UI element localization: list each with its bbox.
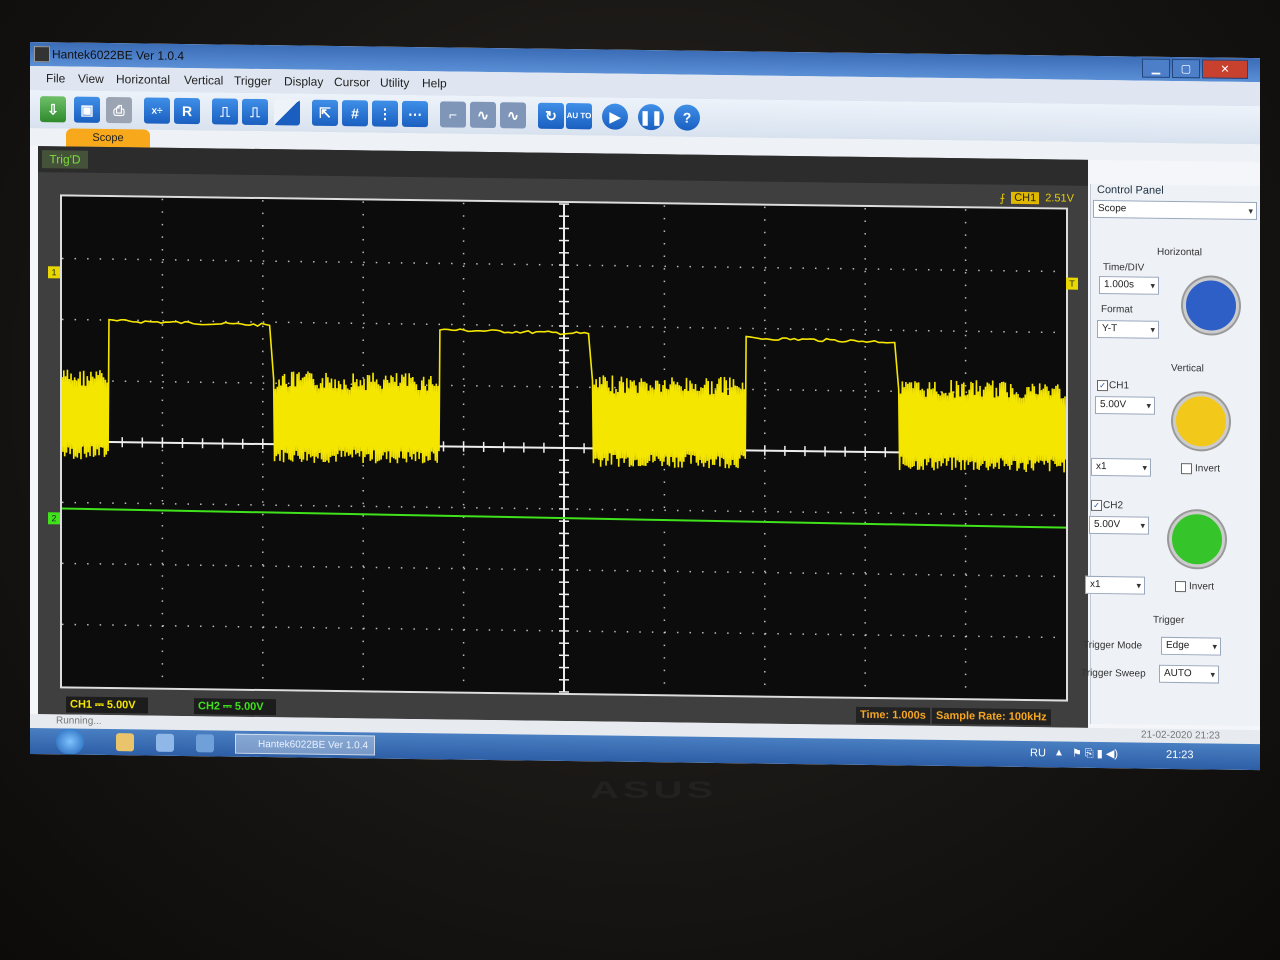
vertical-label: Vertical	[1171, 362, 1204, 375]
ch2-marker[interactable]: 2	[48, 512, 60, 525]
ch2-probe-select[interactable]: x1	[1085, 575, 1145, 595]
time-per-div: Time: 1.000s	[856, 706, 930, 724]
trigger-sweep-label: Trigger Sweep	[1081, 667, 1146, 680]
trigger-mode-select[interactable]: Edge	[1161, 636, 1221, 656]
select-cursor-icon[interactable]: ⇱	[312, 99, 338, 127]
ch1-knob[interactable]	[1173, 392, 1229, 450]
ch1-invert-label: Invert	[1195, 463, 1221, 475]
status-datetime: 21-02-2020 21:23	[1141, 729, 1220, 742]
menu-view[interactable]: View	[78, 72, 104, 86]
trigger-edge-icon: ⨍	[999, 192, 1006, 205]
trigger-mode-label: Trigger Mode	[1083, 639, 1143, 652]
ch2-invert-label: Invert	[1189, 581, 1215, 593]
menu-file[interactable]: File	[46, 71, 65, 85]
horizontal-label: Horizontal	[1157, 246, 1203, 259]
menu-display[interactable]: Display	[284, 74, 323, 89]
time-div-label: Time/DIV	[1103, 262, 1145, 274]
menu-cursor[interactable]: Cursor	[334, 75, 370, 89]
trig-state: Trig'D	[42, 150, 88, 169]
status-text: Running...	[56, 715, 102, 727]
trigger-level: 2.51V	[1045, 192, 1074, 205]
control-panel-title: Control Panel	[1097, 183, 1164, 197]
ch2-status: CH2 ⎓ 5.00V	[194, 698, 276, 716]
pulse-icon[interactable]: ⎍	[212, 98, 238, 125]
trigger-info: ⨍ CH1 2.51V	[999, 189, 1074, 208]
ch2-volts-select[interactable]: 5.00V	[1089, 515, 1149, 535]
ramp-icon[interactable]	[274, 99, 300, 126]
format-select[interactable]: Y-T	[1097, 319, 1159, 339]
minimize-button[interactable]: ▁	[1142, 58, 1170, 78]
ch1-volts-select[interactable]: 5.00V	[1095, 395, 1155, 415]
mode-select[interactable]: Scope	[1093, 199, 1257, 221]
tab-scope[interactable]: Scope	[66, 128, 150, 148]
refresh-icon[interactable]: ↻	[538, 102, 564, 129]
ch1-invert-checkbox[interactable]	[1181, 463, 1192, 475]
wave-icon[interactable]: ∿	[470, 101, 496, 129]
tray-icons[interactable]: ⚑ ⎘ ▮ ◀)	[1072, 747, 1118, 762]
explorer-icon[interactable]	[116, 733, 134, 752]
step-icon[interactable]: ⌐	[440, 101, 466, 128]
ch1-label: CH1	[1109, 380, 1130, 392]
maximize-button[interactable]: ▢	[1172, 58, 1200, 79]
ch1-status: CH1 ⎓ 5.00V	[66, 696, 148, 714]
trigger-level-marker[interactable]: T	[1066, 277, 1078, 290]
browser-icon[interactable]	[156, 733, 174, 752]
time-div-select[interactable]: 1.000s	[1099, 275, 1159, 295]
pause-icon[interactable]: ❚❚	[638, 103, 664, 131]
scope-area: Trig'D ⨍ CH1 2.51V 1 2 T CH1 ⎓ 5.00V CH2…	[38, 146, 1088, 728]
trigger-label: Trigger	[1153, 614, 1185, 627]
menu-utility[interactable]: Utility	[380, 76, 409, 90]
menu-help[interactable]: Help	[422, 76, 447, 90]
app-icon	[34, 46, 50, 63]
control-panel: Control Panel Scope Horizontal Time/DIV …	[1081, 183, 1260, 727]
ch1-probe-select[interactable]: x1	[1091, 457, 1151, 477]
horizontal-knob[interactable]	[1183, 277, 1239, 334]
window-controls: ▁ ▢ ✕	[1142, 58, 1248, 79]
help-button[interactable]: ?	[674, 104, 700, 131]
reference-button[interactable]: R	[174, 97, 200, 125]
waveform-plot[interactable]	[60, 194, 1068, 702]
app-taskbar-icon[interactable]	[196, 734, 214, 753]
language-indicator[interactable]: RU	[1030, 747, 1046, 759]
taskbar-scope-app[interactable]: Hantek6022BE Ver 1.0.4	[235, 733, 375, 756]
run-icon[interactable]: ▶	[602, 103, 628, 130]
sine-icon[interactable]: ∿	[500, 102, 526, 129]
sample-rate: Sample Rate: 100kHz	[932, 707, 1051, 726]
format-label: Format	[1101, 304, 1133, 316]
ch1-checkbox[interactable]: ✓	[1097, 379, 1108, 392]
ch2-invert-checkbox[interactable]	[1175, 580, 1186, 593]
open-icon[interactable]: ⇩	[40, 96, 66, 123]
ch2-label: CH2	[1103, 500, 1124, 512]
pulse-width-icon[interactable]: ⎍	[242, 98, 268, 126]
ch1-marker[interactable]: 1	[48, 266, 60, 279]
close-button[interactable]: ✕	[1202, 59, 1248, 79]
window-title: Hantek6022BE Ver 1.0.4	[52, 47, 185, 64]
horizontal-cursor-icon[interactable]: ⋯	[402, 100, 428, 128]
print-icon[interactable]: ⎙	[106, 96, 132, 124]
menu-horizontal[interactable]: Horizontal	[116, 72, 170, 87]
screen: Hantek6022BE Ver 1.0.4 ▁ ▢ ✕ File View H…	[30, 42, 1260, 771]
cross-cursor-icon[interactable]: #	[342, 100, 368, 127]
ch2-knob[interactable]	[1169, 510, 1225, 568]
menu-vertical[interactable]: Vertical	[184, 73, 223, 88]
ch2-checkbox[interactable]: ✓	[1091, 499, 1102, 512]
clock[interactable]: 21:23	[1166, 749, 1194, 761]
start-button[interactable]	[56, 728, 84, 755]
tray-arrow-icon[interactable]: ▲	[1054, 747, 1064, 758]
math-icon[interactable]: x÷	[144, 97, 170, 124]
save-icon[interactable]: ▣	[74, 96, 100, 123]
trigger-sweep-select[interactable]: AUTO	[1159, 664, 1219, 684]
auto-button[interactable]: AU TO	[566, 103, 592, 130]
trigger-channel: CH1	[1011, 191, 1040, 205]
laptop-brand-logo: ASUS	[590, 777, 718, 804]
vertical-cursor-icon[interactable]: ⋮	[372, 100, 398, 127]
menu-trigger[interactable]: Trigger	[234, 74, 272, 88]
